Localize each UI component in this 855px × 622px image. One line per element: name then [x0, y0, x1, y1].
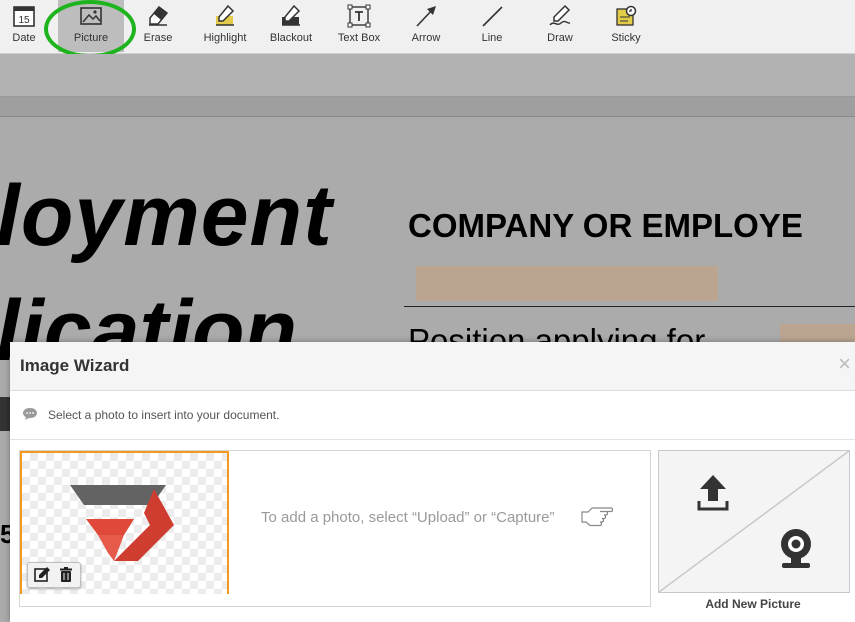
tool-highlight[interactable]: Highlight	[198, 0, 252, 52]
tool-date[interactable]: 15 Date	[4, 0, 44, 52]
chat-bubble-icon	[23, 408, 37, 420]
document-heading-line1: loyment	[0, 168, 333, 264]
close-icon[interactable]: ×	[838, 353, 851, 375]
trash-icon	[60, 567, 72, 582]
tool-draw[interactable]: Draw	[538, 0, 582, 52]
info-bar: Select a photo to insert into your docum…	[10, 391, 855, 440]
edit-photo-button[interactable]	[32, 565, 52, 585]
selected-photo-thumbnail[interactable]	[20, 451, 229, 596]
secondary-toolbar	[0, 54, 855, 97]
field-underline	[404, 306, 855, 307]
blackout-icon	[282, 4, 301, 26]
calendar-icon: 15	[13, 6, 35, 27]
tool-arrow[interactable]: Arrow	[404, 0, 448, 52]
image-wizard-dialog: Image Wizard × Select a photo to insert …	[10, 342, 855, 622]
tool-label: Date	[12, 32, 36, 44]
photo-area-scrollbar[interactable]	[19, 594, 651, 607]
sticky-icon	[616, 5, 637, 26]
divider-diagonal	[659, 451, 849, 592]
tool-picture[interactable]: Picture	[58, 0, 124, 52]
thumbnail-actions	[27, 562, 81, 588]
tool-label: Blackout	[269, 32, 313, 44]
upload-icon[interactable]	[696, 473, 730, 513]
tool-blackout[interactable]: Blackout	[264, 0, 318, 52]
highlight-icon	[216, 4, 235, 26]
picture-icon	[80, 7, 102, 25]
tool-label: Sticky	[611, 32, 641, 44]
delete-photo-button[interactable]	[56, 565, 76, 585]
photo-drop-area: To add a photo, select “Upload” or “Capt…	[19, 450, 651, 596]
tool-label: Text Box	[337, 32, 381, 44]
company-fillable-field[interactable]	[416, 266, 718, 301]
line-icon	[482, 6, 503, 27]
tool-label: Highlight	[203, 32, 247, 44]
tool-line[interactable]: Line	[470, 0, 514, 52]
tool-label: Erase	[143, 32, 173, 44]
annotation-toolbar: 15 Date Picture Erase Highlight Blackout…	[0, 0, 855, 58]
tool-label: Line	[481, 32, 503, 44]
eraser-icon	[149, 5, 169, 26]
svg-text:15: 15	[18, 15, 30, 26]
draw-icon	[549, 4, 571, 26]
arrow-icon	[416, 6, 436, 27]
tool-label: Arrow	[411, 32, 441, 44]
info-text: Select a photo to insert into your docum…	[48, 408, 280, 422]
tool-textbox[interactable]: Text Box	[332, 0, 386, 52]
tool-label: Picture	[73, 32, 109, 44]
tool-label: Draw	[547, 32, 573, 44]
logo-image	[70, 485, 174, 561]
tool-sticky[interactable]: Sticky	[604, 0, 648, 52]
pointing-hand-icon	[581, 507, 614, 527]
dialog-title: Image Wizard	[20, 356, 130, 375]
tool-erase[interactable]: Erase	[136, 0, 180, 52]
company-label: COMPANY OR EMPLOYE	[408, 207, 803, 244]
add-new-picture-button[interactable]	[658, 450, 850, 593]
edit-icon	[34, 567, 50, 582]
page-ruler	[0, 97, 855, 117]
add-new-picture-label: Add New Picture	[705, 597, 801, 611]
webcam-capture-icon[interactable]	[776, 527, 816, 571]
dialog-header: Image Wizard ×	[10, 342, 855, 391]
add-photo-hint: To add a photo, select “Upload” or “Capt…	[261, 509, 555, 526]
textbox-icon	[347, 4, 371, 28]
